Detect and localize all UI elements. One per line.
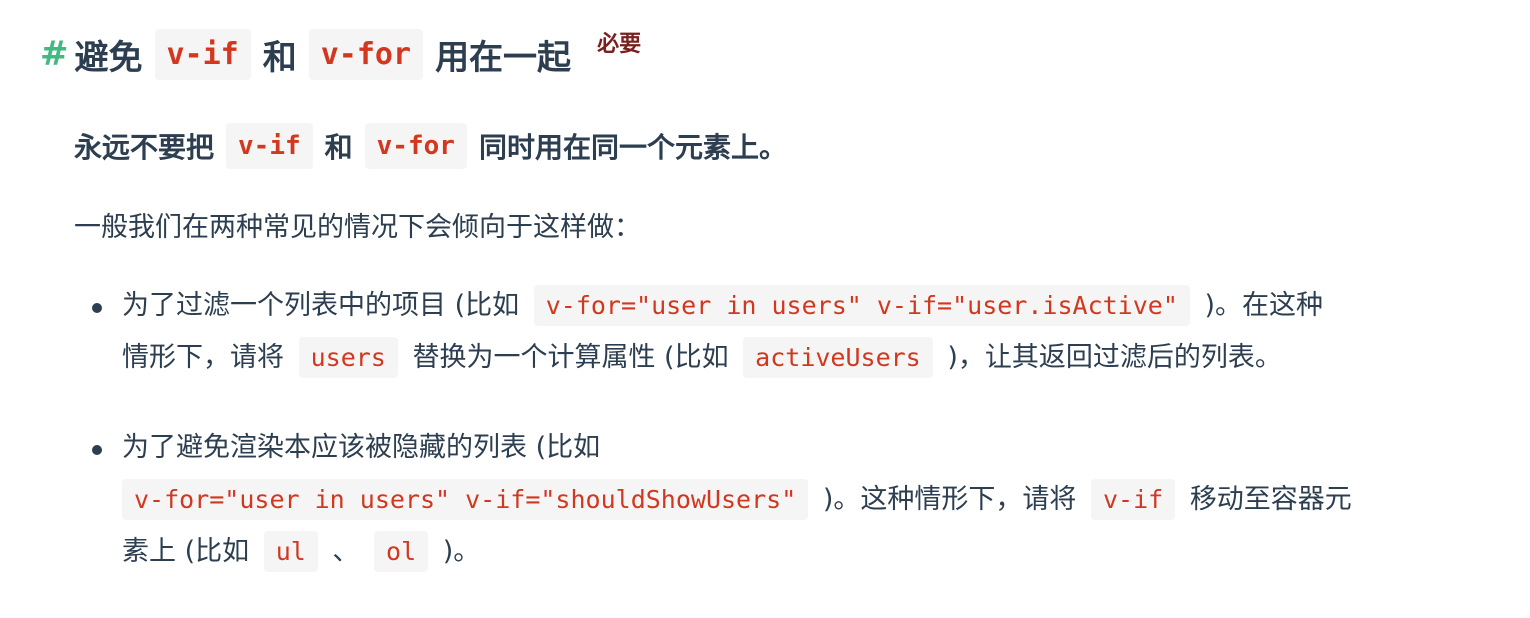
item-text: )。 (442, 536, 481, 567)
heading-code-v-if: v-if (154, 28, 251, 80)
reasons-list: 为了过滤一个列表中的项目 (比如 v-for="user in users" v… (40, 280, 1490, 578)
item-text: )，让其返回过滤后的列表。 (947, 342, 1282, 373)
item-text: )。这种情形下，请将 (822, 484, 1077, 515)
section-heading: # 避免 v-if 和 v-for 用在一起 必要 (40, 24, 1490, 84)
list-item: 为了避免渲染本应该被隐藏的列表 (比如 v-for="user in users… (92, 422, 1482, 578)
list-item-line: 素上 (比如 ul 、 ol )。 (122, 526, 1482, 578)
list-item-line: 为了避免渲染本应该被隐藏的列表 (比如 (122, 422, 1482, 474)
lead-text-2: 和 (324, 131, 353, 164)
item-text: 为了避免渲染本应该被隐藏的列表 (比如 (122, 432, 601, 463)
heading-text-3: 用在一起 (435, 37, 572, 78)
item-text: 素上 (比如 (122, 536, 250, 567)
item-text: 替换为一个计算属性 (比如 (412, 342, 729, 373)
inline-code: v-if (1091, 479, 1176, 520)
lead-text-1: 永远不要把 (74, 131, 215, 164)
list-item-line: 情形下，请将 users 替换为一个计算属性 (比如 activeUsers )… (122, 332, 1482, 384)
bullet-dot (92, 303, 102, 313)
inline-code: v-for="user in users" v-if="shouldShowUs… (122, 479, 809, 520)
heading-code-v-for: v-for (308, 28, 424, 80)
anchor-hash-link[interactable]: # (40, 34, 69, 74)
item-text: 、 (332, 536, 360, 567)
intro-paragraph: 一般我们在两种常见的情况下会倾向于这样做： (74, 212, 641, 243)
list-item: 为了过滤一个列表中的项目 (比如 v-for="user in users" v… (92, 280, 1482, 384)
item-text: 情形下，请将 (122, 342, 284, 373)
inline-code: v-for="user in users" v-if="user.isActiv… (533, 285, 1190, 326)
lead-text-3: 同时用在同一个元素上。 (478, 131, 787, 164)
list-item-line: v-for="user in users" v-if="shouldShowUs… (122, 474, 1482, 526)
doc-page: # 避免 v-if 和 v-for 用在一起 必要 永远不要把 v-if 和 v… (0, 0, 1530, 618)
item-text: 为了过滤一个列表中的项目 (比如 (122, 290, 520, 321)
inline-code: ul (263, 531, 318, 572)
priority-badge[interactable]: 必要 (597, 26, 641, 58)
inline-code: users (298, 337, 398, 378)
heading-text-2: 和 (262, 37, 297, 78)
lead-statement: 永远不要把 v-if 和 v-for 同时用在同一个元素上。 (74, 120, 1490, 172)
item-text: )。在这种 (1204, 290, 1324, 321)
list-item-line: 为了过滤一个列表中的项目 (比如 v-for="user in users" v… (122, 280, 1482, 332)
inline-code: ol (374, 531, 429, 572)
inline-code: activeUsers (743, 337, 933, 378)
lead-code-v-if: v-if (226, 123, 313, 169)
lead-code-v-for: v-for (364, 123, 467, 169)
item-text: 移动至容器元 (1189, 484, 1352, 515)
heading-text-1: 避免 (74, 37, 143, 78)
bullet-dot (92, 445, 102, 455)
